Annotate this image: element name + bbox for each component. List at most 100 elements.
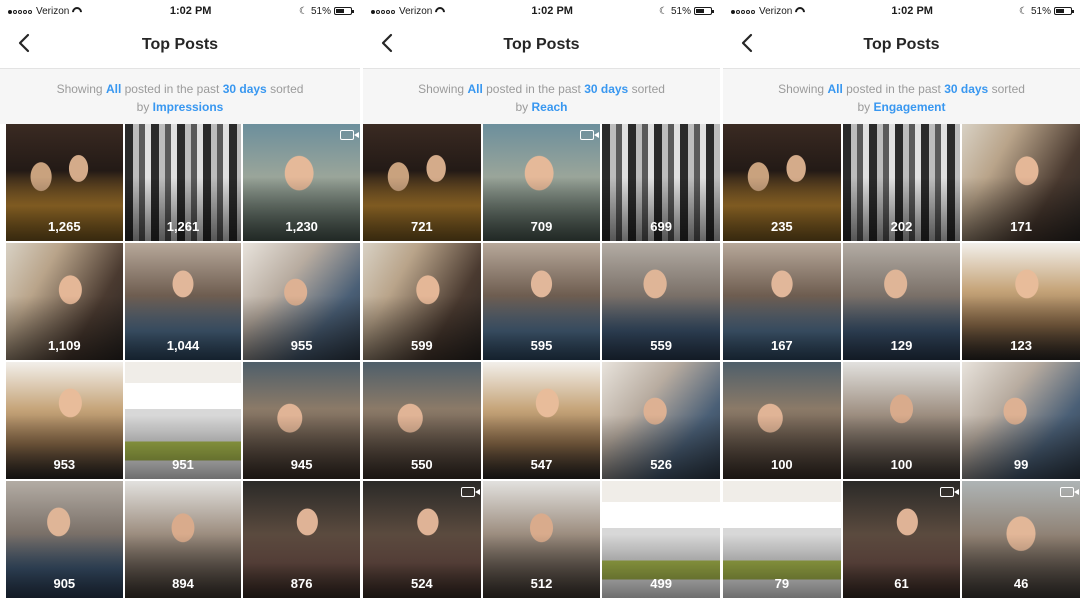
post-thumbnail[interactable]: 129 [842, 243, 961, 360]
post-metric-count: 512 [530, 576, 553, 591]
sort-summary: Showing All posted in the past 30 days s… [723, 68, 1080, 124]
sort-summary-line-2: by Impressions [0, 98, 360, 116]
post-thumbnail[interactable]: 709 [482, 124, 601, 241]
post-thumbnail[interactable]: 876 [243, 481, 360, 598]
sort-metric-link[interactable]: Engagement [874, 100, 946, 114]
battery-percent: 51% [1030, 5, 1051, 17]
phone-screen: Verizon 1:02 PM ☾ 51% Top Posts Showing … [360, 0, 720, 598]
summary-by: by [136, 100, 153, 114]
back-chevron-icon[interactable] [377, 32, 399, 54]
signal-icon [731, 6, 756, 17]
period-link[interactable]: 30 days [944, 82, 988, 96]
post-thumbnail[interactable]: 1,261 [124, 124, 242, 241]
summary-suffix: sorted [628, 82, 665, 96]
post-metric-count: 499 [650, 576, 672, 591]
post-thumbnail[interactable]: 955 [243, 243, 360, 360]
post-thumbnail[interactable]: 894 [124, 481, 242, 598]
page-title: Top Posts [141, 36, 219, 53]
filter-link[interactable]: All [827, 82, 842, 96]
post-thumbnail[interactable]: 547 [482, 362, 601, 479]
post-metric-count: 894 [172, 576, 194, 591]
post-thumbnail[interactable]: 721 [363, 124, 481, 241]
post-metric-count: 559 [650, 338, 672, 353]
post-metric-count: 905 [53, 576, 76, 591]
post-metric-count: 171 [1010, 219, 1032, 234]
post-thumbnail[interactable]: 100 [842, 362, 961, 479]
video-camera-icon [460, 487, 480, 497]
sort-summary-line-1: Showing All posted in the past 30 days s… [363, 80, 720, 98]
post-metric-count: 955 [290, 338, 313, 353]
post-thumbnail[interactable]: 526 [602, 362, 720, 479]
post-metric-count: 945 [290, 457, 313, 472]
post-metric-count: 79 [774, 576, 790, 591]
post-thumbnail[interactable]: 1,044 [124, 243, 242, 360]
post-thumbnail[interactable]: 61 [842, 481, 961, 598]
battery-group: ☾ 51% [659, 5, 714, 17]
post-metric-count: 953 [53, 457, 76, 472]
post-thumbnail[interactable]: 46 [962, 481, 1080, 598]
sort-summary-line-1: Showing All posted in the past 30 days s… [0, 80, 360, 98]
post-thumbnail[interactable]: 953 [6, 362, 123, 479]
period-link[interactable]: 30 days [223, 82, 267, 96]
moon-icon: ☾ [659, 5, 668, 17]
post-metric-count: 61 [894, 576, 909, 591]
clock: 1:02 PM [531, 5, 573, 17]
post-thumbnail[interactable]: 524 [363, 481, 481, 598]
post-thumbnail[interactable]: 100 [723, 362, 841, 479]
post-thumbnail[interactable]: 1,265 [6, 124, 123, 241]
post-thumbnail[interactable]: 79 [723, 481, 841, 598]
post-thumbnail[interactable]: 202 [842, 124, 961, 241]
post-thumbnail[interactable]: 599 [363, 243, 481, 360]
post-thumbnail[interactable]: 905 [6, 481, 123, 598]
posts-grid: 1,265 1,261 1,230 1,109 1,044 955 953 951 945 905… [6, 124, 360, 598]
post-metric-count: 547 [530, 457, 553, 472]
period-link[interactable]: 30 days [584, 82, 628, 96]
page-title: Top Posts [863, 36, 940, 53]
filter-link[interactable]: All [106, 82, 121, 96]
battery-percent: 51% [310, 5, 331, 17]
post-thumbnail[interactable]: 1,230 [243, 124, 360, 241]
post-metric-count: 524 [410, 576, 433, 591]
summary-suffix: sorted [266, 82, 304, 96]
sort-metric-link[interactable]: Reach [531, 100, 567, 114]
post-thumbnail[interactable]: 699 [602, 124, 720, 241]
post-thumbnail[interactable]: 499 [602, 481, 720, 598]
post-thumbnail[interactable]: 99 [962, 362, 1080, 479]
summary-prefix: Showing [418, 82, 468, 96]
post-metric-count: 99 [1013, 457, 1029, 472]
moon-icon: ☾ [299, 5, 308, 17]
back-chevron-icon[interactable] [737, 32, 759, 54]
summary-middle: posted in the past [842, 82, 945, 96]
post-thumbnail[interactable]: 167 [723, 243, 841, 360]
summary-suffix: sorted [988, 82, 1025, 96]
post-thumbnail[interactable]: 171 [962, 124, 1080, 241]
post-metric-count: 526 [650, 457, 672, 472]
post-thumbnail[interactable]: 550 [363, 362, 481, 479]
filter-link[interactable]: All [467, 82, 482, 96]
posts-grid: 721 709 699 599 595 559 550 547 526 524 512 499 [363, 124, 720, 598]
sort-metric-link[interactable]: Impressions [153, 100, 224, 114]
video-camera-icon [940, 487, 960, 497]
post-thumbnail[interactable]: 123 [962, 243, 1080, 360]
post-thumbnail[interactable]: 945 [243, 362, 360, 479]
post-thumbnail[interactable]: 1,109 [6, 243, 123, 360]
nav-bar: Top Posts [0, 22, 360, 68]
back-chevron-icon[interactable] [14, 32, 36, 54]
post-metric-count: 699 [650, 219, 672, 234]
post-thumbnail[interactable]: 235 [723, 124, 841, 241]
post-thumbnail[interactable]: 559 [602, 243, 720, 360]
post-thumbnail[interactable]: 512 [482, 481, 601, 598]
sort-summary: Showing All posted in the past 30 days s… [0, 68, 360, 124]
battery-icon [693, 7, 714, 15]
sort-summary-line-2: by Engagement [723, 98, 1080, 116]
post-metric-count: 1,265 [48, 219, 81, 234]
sort-summary: Showing All posted in the past 30 days s… [363, 68, 720, 124]
battery-percent: 51% [670, 5, 691, 17]
signal-icon [8, 6, 33, 17]
summary-by: by [857, 100, 874, 114]
post-metric-count: 1,044 [166, 338, 200, 353]
post-thumbnail[interactable]: 951 [124, 362, 242, 479]
posts-grid: 235 202 171 167 129 123 100 100 99 79 61 46 [723, 124, 1080, 598]
post-metric-count: 595 [530, 338, 553, 353]
post-thumbnail[interactable]: 595 [482, 243, 601, 360]
